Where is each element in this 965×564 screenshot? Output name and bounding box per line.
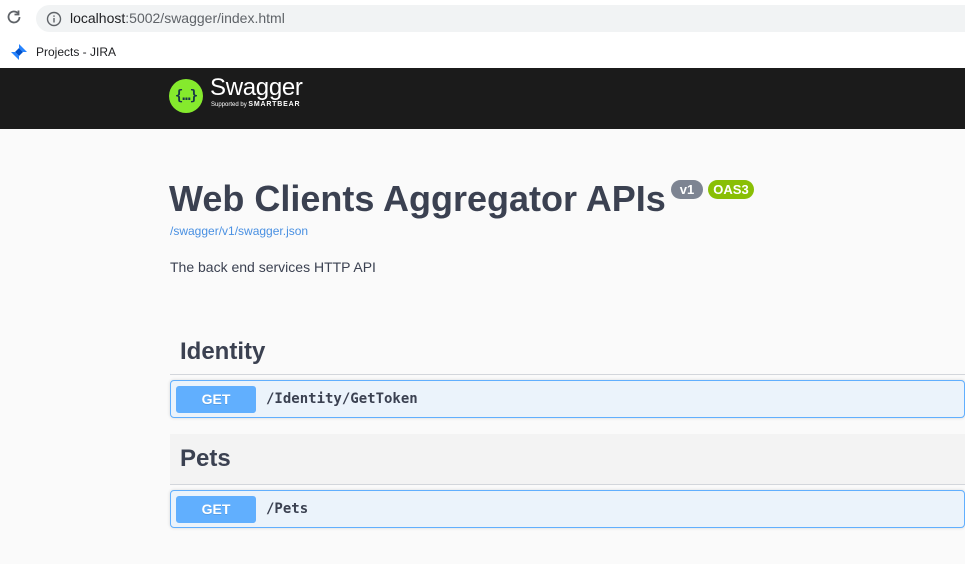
swagger-logo-text: Swagger Supported by SMARTBEAR (210, 73, 303, 109)
bookmark-label: Projects - JIRA (36, 45, 117, 59)
info-icon[interactable] (46, 11, 62, 27)
tag-section-identity: Identity GET /Identity/GetToken (170, 330, 965, 418)
swagger-logo-icon: {…} (169, 79, 203, 113)
version-badge: v1 (671, 180, 703, 199)
operation-get-identity-gettoken[interactable]: GET /Identity/GetToken (170, 380, 965, 418)
tag-header-identity[interactable]: Identity (170, 330, 965, 375)
jira-icon (11, 44, 27, 60)
swagger-logo[interactable]: {…} Swagger Supported by SMARTBEAR (169, 73, 303, 113)
bookmark-projects-jira[interactable]: Projects - JIRA (4, 40, 122, 64)
tag-name: Pets (180, 445, 231, 472)
browser-address-bar: localhost:5002/swagger/index.html (0, 0, 965, 37)
logo-supported: Supported by (211, 101, 247, 108)
api-title: Web Clients Aggregator APIs (169, 178, 666, 219)
logo-title: Swagger (210, 73, 303, 101)
bookmarks-bar: Projects - JIRA (0, 37, 965, 68)
url-text[interactable]: localhost:5002/swagger/index.html (70, 10, 285, 26)
tag-operations-pets: GET /Pets (170, 485, 965, 528)
spec-json-link[interactable]: /swagger/v1/swagger.json (170, 224, 308, 238)
url-bar[interactable]: localhost:5002/swagger/index.html (36, 5, 965, 32)
reload-icon[interactable] (5, 8, 23, 26)
method-badge: GET (176, 385, 256, 413)
url-path: :5002/swagger/index.html (125, 10, 285, 26)
logo-subtitle: Supported by SMARTBEAR (211, 101, 303, 109)
method-badge: GET (176, 495, 256, 523)
operation-get-pets[interactable]: GET /Pets (170, 490, 965, 528)
tag-header-pets[interactable]: Pets (170, 434, 965, 485)
swagger-topbar: {…} Swagger Supported by SMARTBEAR (0, 68, 965, 129)
operation-path: /Pets (266, 501, 309, 517)
api-description: The back end services HTTP API (170, 259, 376, 275)
logo-brand: SMARTBEAR (248, 100, 301, 108)
tag-section-pets: Pets (170, 434, 965, 485)
url-host: localhost (70, 10, 126, 26)
tag-name: Identity (180, 338, 266, 365)
operation-path: /Identity/GetToken (266, 391, 418, 407)
oas-badge: OAS3 (708, 180, 754, 199)
